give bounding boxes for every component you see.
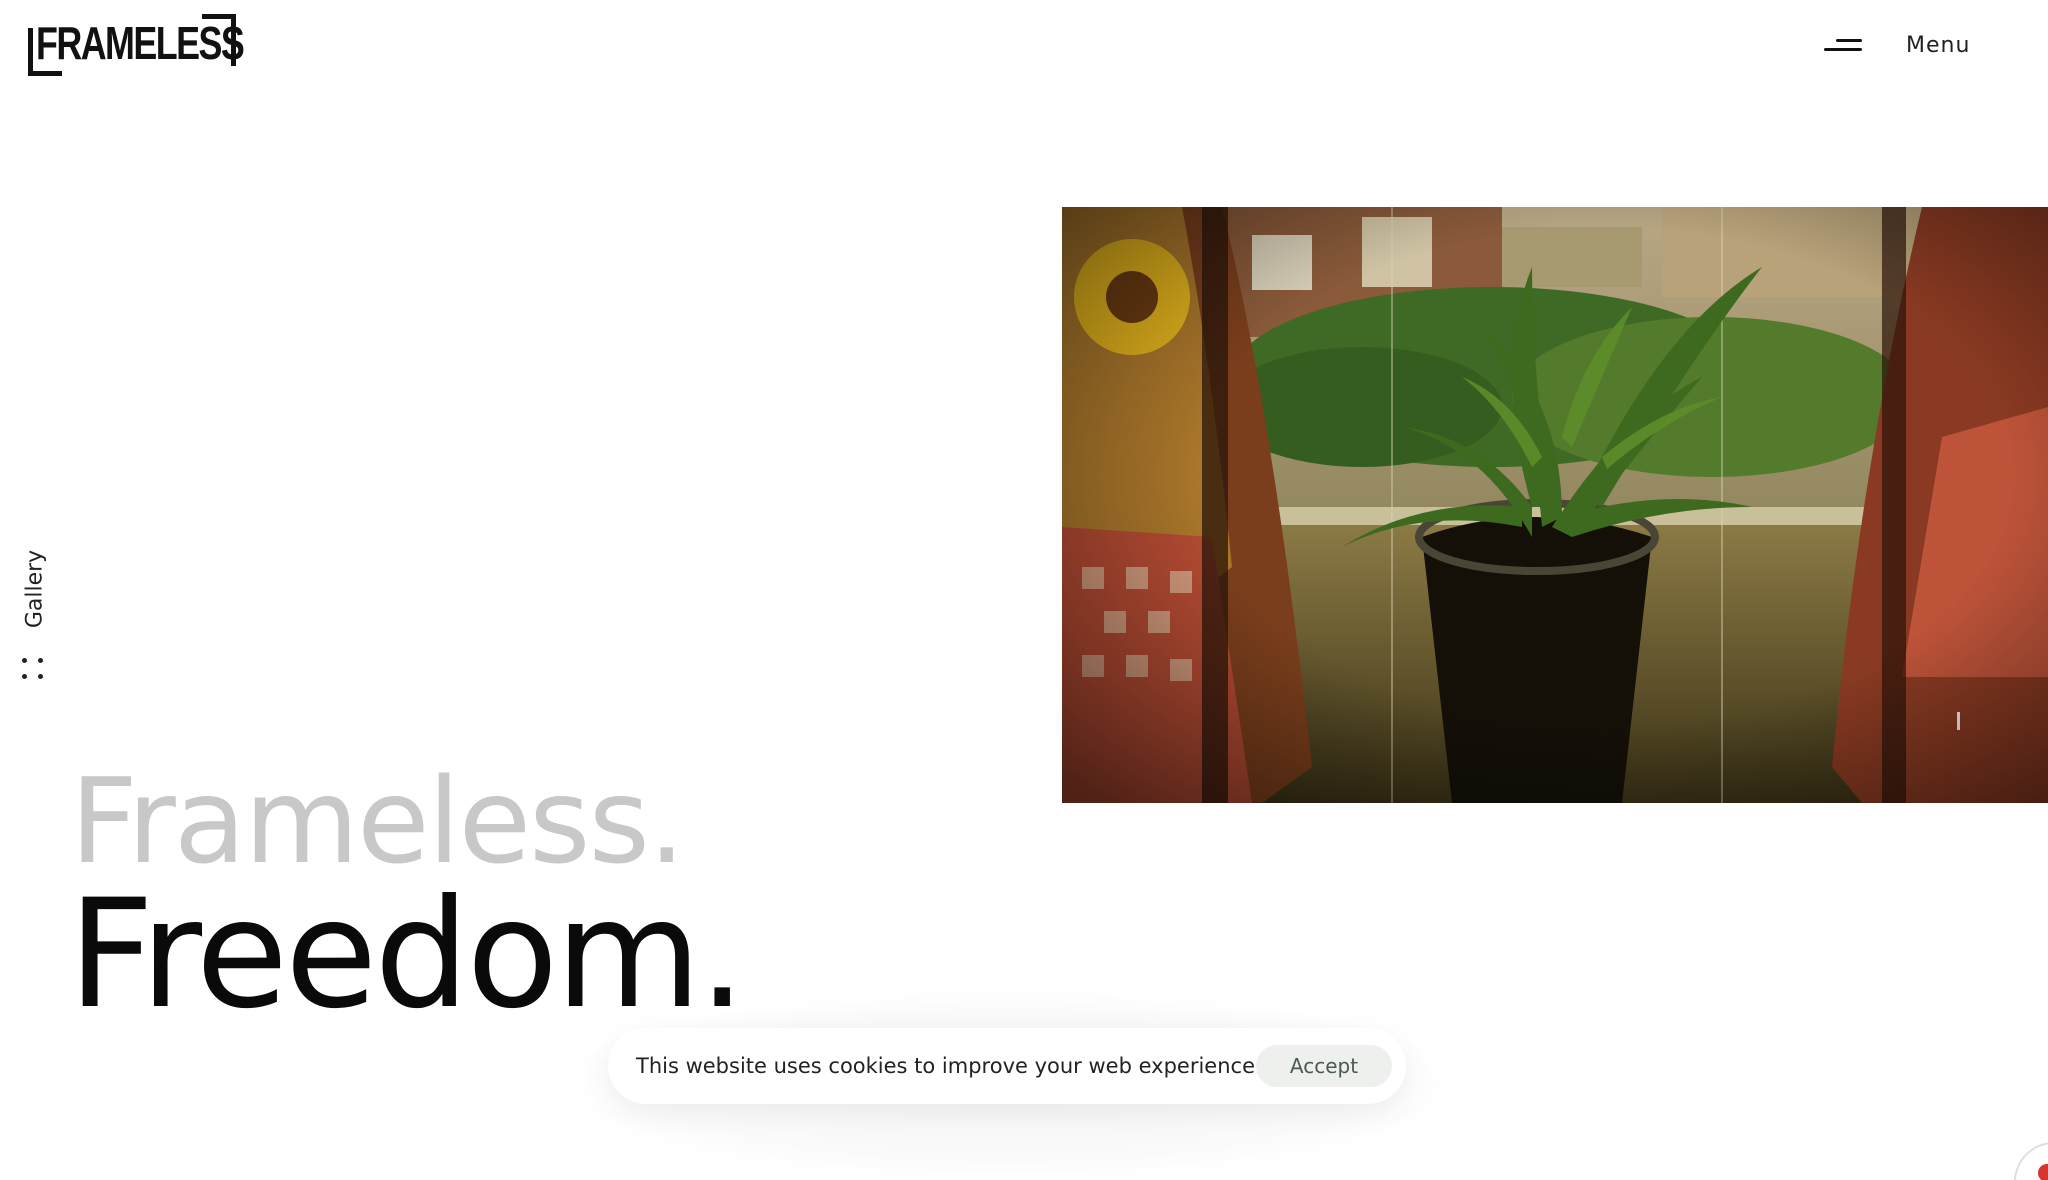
record-dot-icon [2038,1164,2048,1180]
gallery-link[interactable]: Gallery [20,546,50,632]
grid-dots-icon[interactable] [20,656,46,682]
gallery-label: Gallery [22,549,48,629]
cookie-message: This website uses cookies to improve you… [636,1054,1262,1078]
hero-image [1062,207,2048,803]
menu-label: Menu [1906,32,1971,58]
cookie-banner: This website uses cookies to improve you… [608,1028,1406,1104]
page: FRAMELESS Menu Gallery Frameless. Freedo… [0,0,2048,1180]
hero-photo-illustration [1062,207,2048,803]
floating-widget-button[interactable] [2014,1142,2048,1180]
hero-headline-faded: Frameless. [70,752,686,890]
logo-text: FRAMELESS [36,17,245,69]
menu-button[interactable]: Menu [1820,22,1970,68]
menu-icon [1820,35,1862,55]
site-logo[interactable]: FRAMELESS [28,14,245,78]
accept-cookies-button[interactable]: Accept [1256,1045,1392,1087]
